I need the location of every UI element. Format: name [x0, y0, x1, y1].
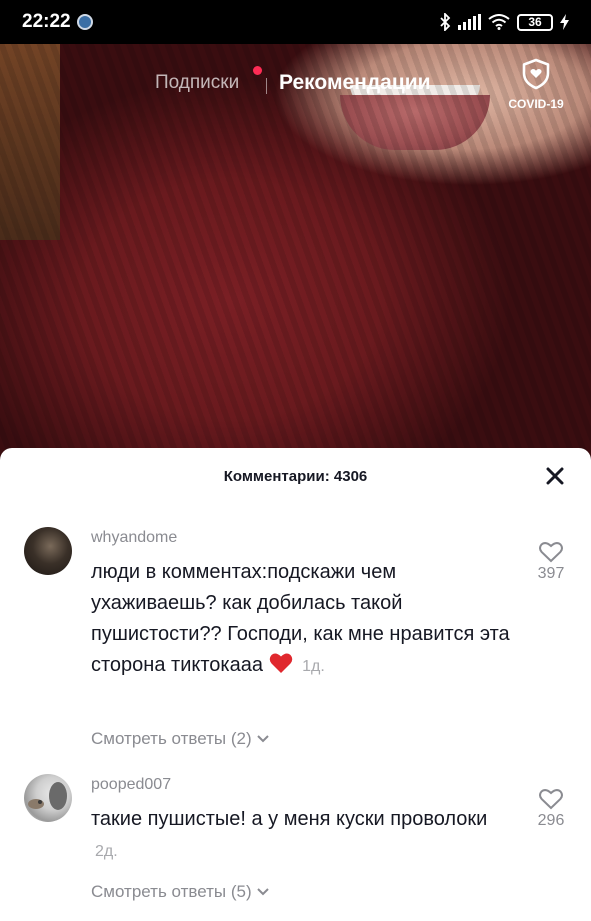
like-button[interactable]: 397 [531, 541, 571, 583]
like-button[interactable]: 296 [531, 788, 571, 830]
chevron-down-icon [256, 735, 269, 743]
live-indicator-dot [253, 66, 262, 75]
signal-icon [458, 14, 481, 30]
tab-for-you[interactable]: Рекомендации [279, 71, 431, 95]
close-icon [546, 467, 564, 485]
battery-icon: 36 [517, 13, 553, 31]
view-replies-label: Смотреть ответы (2) [91, 729, 252, 748]
view-replies-button[interactable]: Смотреть ответы (5) [91, 882, 270, 902]
shield-heart-icon [522, 58, 550, 90]
comments-title: Комментарии: 4306 [223, 468, 368, 485]
battery-level: 36 [528, 15, 542, 29]
avatar[interactable] [24, 774, 72, 822]
avatar-image-icon [28, 782, 67, 810]
like-count: 397 [537, 565, 565, 582]
heart-outline-icon [539, 789, 563, 810]
bluetooth-icon [440, 13, 451, 31]
status-icons: 36 [439, 13, 569, 31]
comment-time: 2д. [95, 843, 118, 860]
avatar[interactable] [24, 527, 72, 575]
covid-label: COVID-19 [508, 97, 564, 111]
heart-outline-icon [539, 542, 563, 563]
comment-time: 1д. [302, 658, 325, 675]
view-replies-label: Смотреть ответы (5) [91, 882, 252, 901]
chevron-down-icon [256, 888, 269, 896]
comment-text-block: такие пушистые! а у меня куски проволоки… [91, 804, 511, 867]
charging-icon [560, 14, 569, 30]
notification-app-icon [76, 14, 93, 30]
comment-item: pooped007 такие пушистые! а у меня куски… [0, 774, 591, 914]
comment-text: люди в комментах:подскажи чем ухаживаешь… [91, 561, 510, 676]
status-time: 22:22 [22, 11, 71, 32]
like-count: 296 [537, 812, 565, 829]
close-button[interactable] [541, 462, 569, 490]
comment-username[interactable]: whyandome [91, 529, 177, 547]
tab-following[interactable]: Подписки [155, 72, 239, 94]
status-bar: 22:22 36 [0, 0, 591, 44]
comment-text: такие пушистые! а у меня куски проволоки [91, 808, 488, 830]
wifi-icon [488, 14, 510, 30]
covid-button[interactable]: COVID-19 [501, 58, 571, 111]
red-heart-emoji-icon [269, 653, 292, 673]
comment-text-block: люди в комментах:подскажи чем ухаживаешь… [91, 557, 511, 682]
comments-sheet: Комментарии: 4306 whyandome люди в комме… [0, 448, 591, 921]
view-replies-button[interactable]: Смотреть ответы (2) [91, 729, 270, 749]
comment-item: whyandome люди в комментах:подскажи чем … [0, 527, 591, 757]
tab-divider [266, 78, 267, 94]
top-nav: Подписки Рекомендации COVID-19 [0, 58, 591, 111]
comment-username[interactable]: pooped007 [91, 776, 171, 794]
